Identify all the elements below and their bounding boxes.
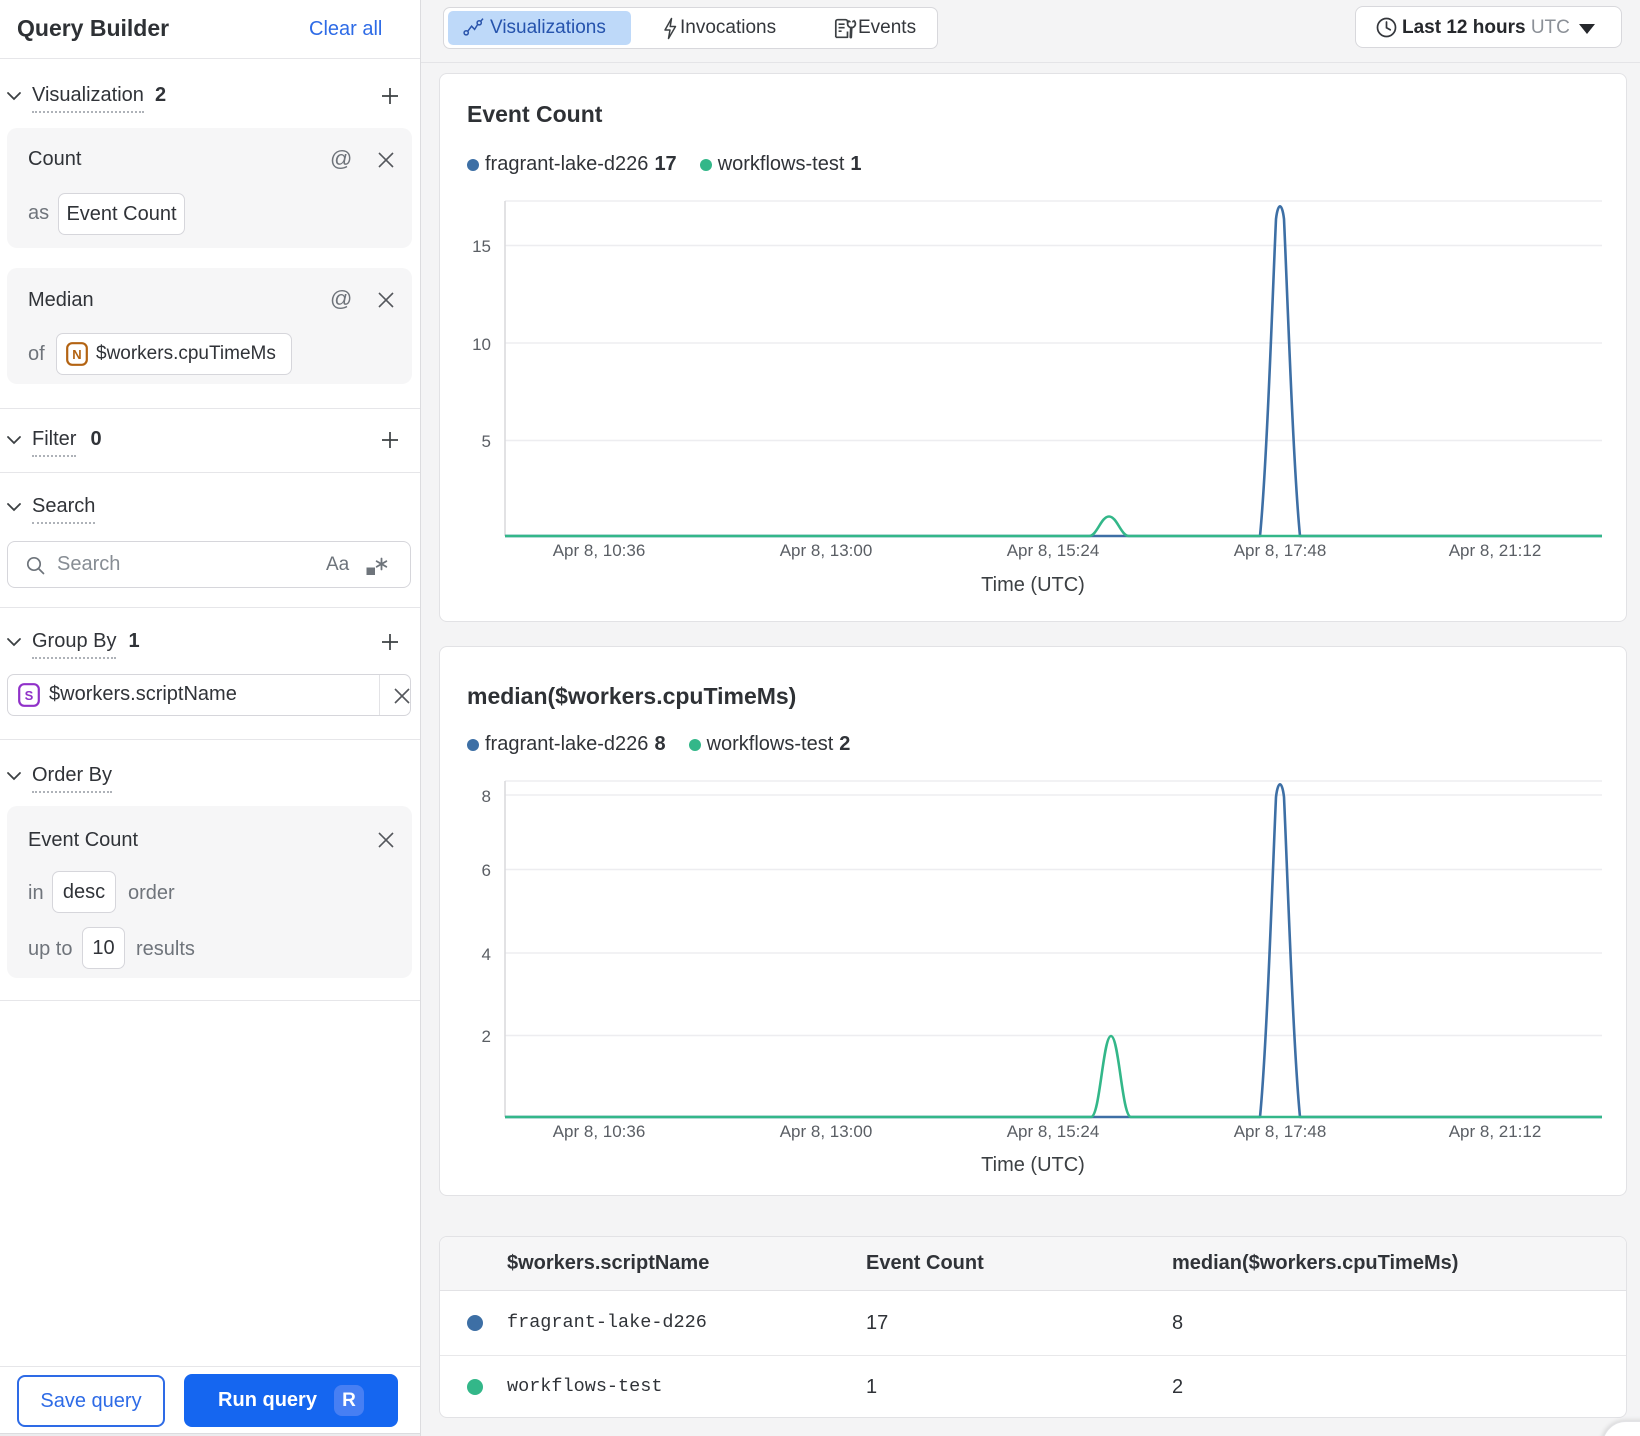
svg-text:2: 2 bbox=[482, 1027, 491, 1046]
svg-text:6: 6 bbox=[482, 861, 491, 880]
svg-text:Apr 8, 10:36: Apr 8, 10:36 bbox=[553, 541, 646, 560]
svg-text:Apr 8, 13:00: Apr 8, 13:00 bbox=[780, 1122, 873, 1141]
svg-text:Time (UTC): Time (UTC) bbox=[981, 574, 1085, 596]
svg-text:4: 4 bbox=[482, 945, 491, 964]
svg-text:Apr 8, 10:36: Apr 8, 10:36 bbox=[553, 1122, 646, 1141]
svg-text:N: N bbox=[72, 347, 81, 362]
svg-text:Apr 8, 15:24: Apr 8, 15:24 bbox=[1007, 1122, 1100, 1141]
svg-text:15: 15 bbox=[472, 237, 491, 256]
svg-text:Apr 8, 21:12: Apr 8, 21:12 bbox=[1449, 541, 1542, 560]
svg-text:Apr 8, 13:00: Apr 8, 13:00 bbox=[780, 541, 873, 560]
svg-text:5: 5 bbox=[482, 432, 491, 451]
svg-text:Apr 8, 21:12: Apr 8, 21:12 bbox=[1449, 1122, 1542, 1141]
svg-text:8: 8 bbox=[482, 787, 491, 806]
svg-text:Apr 8, 17:48: Apr 8, 17:48 bbox=[1234, 1122, 1327, 1141]
svg-text:Apr 8, 17:48: Apr 8, 17:48 bbox=[1234, 541, 1327, 560]
svg-text:10: 10 bbox=[472, 335, 491, 354]
svg-text:Apr 8, 15:24: Apr 8, 15:24 bbox=[1007, 541, 1100, 560]
svg-text:S: S bbox=[25, 688, 34, 703]
svg-text:Time (UTC): Time (UTC) bbox=[981, 1154, 1085, 1176]
